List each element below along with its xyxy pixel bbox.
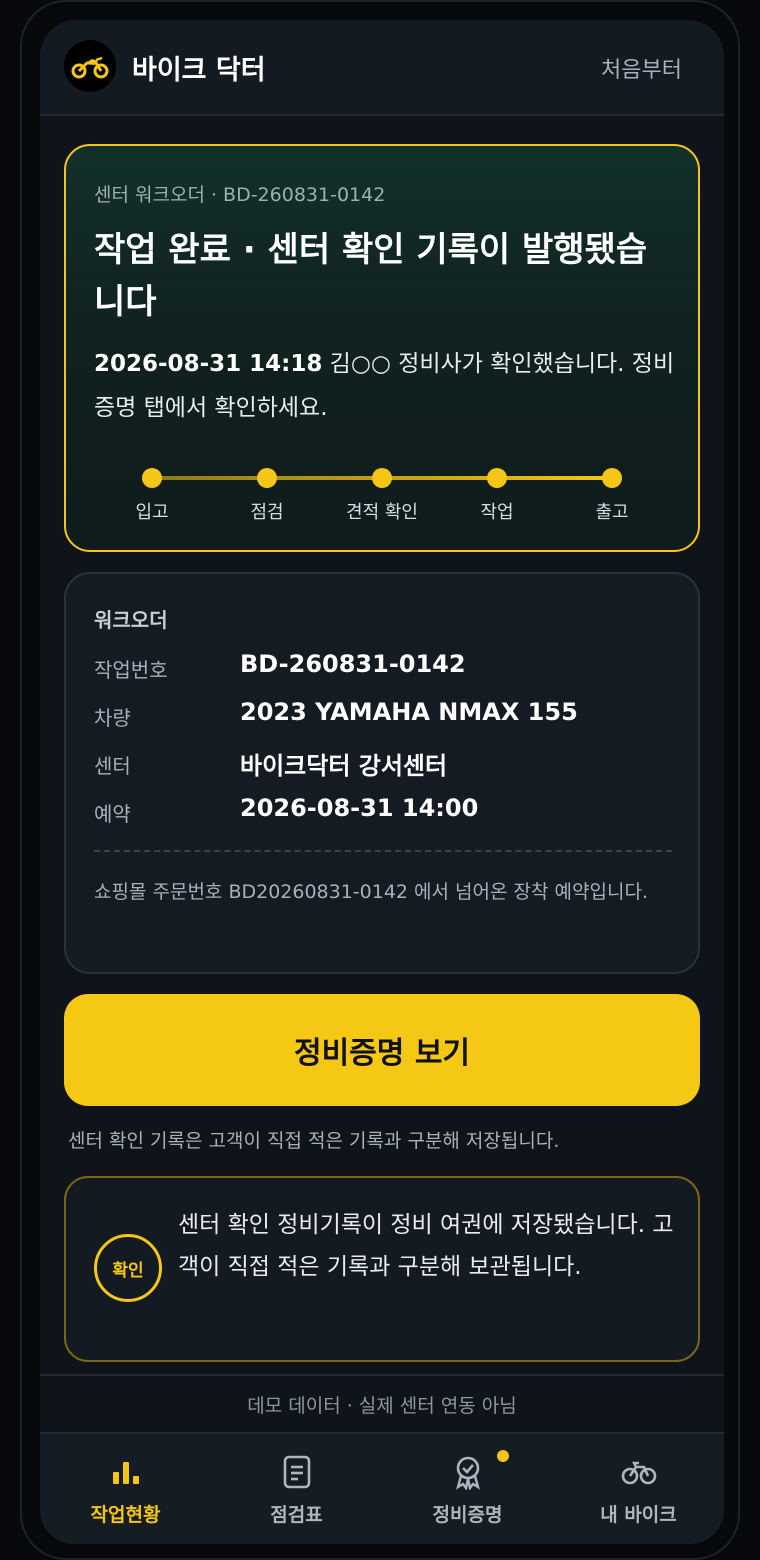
step-label: 견적 확인 [346, 502, 418, 523]
step-estimate: 견적 확인 [324, 464, 440, 524]
tab-label: 작업현황 [90, 1504, 161, 1526]
confirm-badge: 확인 [94, 1234, 162, 1302]
tab-certificate[interactable]: 정비증명 [382, 1434, 553, 1544]
completion-title: 작업 완료 · 센터 확인 기록이 발행됐습니다 [94, 230, 648, 322]
restart-button[interactable]: 처음부터 [601, 52, 682, 84]
workorder-card: 워크오더 작업번호 BD-260831-0142 차량 2023 YAMAHA … [64, 572, 700, 974]
workorder-row-reservation: 예약 2026-08-31 14:00 [94, 794, 674, 830]
confirmation-notice: 확인 센터 확인 정비기록이 정비 여권에 저장됐습니다. 고객이 직접 적은 … [64, 1176, 700, 1362]
app-title: 바이크 닥터 [132, 55, 266, 86]
step-dot [602, 468, 622, 488]
tab-my-bike[interactable]: 내 바이크 [553, 1434, 724, 1544]
app-header: 바이크 닥터 처음부터 [40, 20, 724, 116]
document-icon [283, 1455, 310, 1489]
dashed-divider [94, 850, 672, 852]
step-inspection: 점검 [209, 464, 325, 524]
view-certificate-button[interactable]: 정비증명 보기 [64, 994, 700, 1106]
bicycle-icon [621, 1461, 656, 1485]
step-dot [487, 468, 507, 488]
record-caption: 센터 확인 기록은 고객이 직접 적은 기록과 구분해 저장됩니다. [68, 1130, 560, 1152]
step-checkin: 입고 [94, 464, 210, 524]
step-label: 출고 [595, 502, 629, 523]
row-key: 예약 [94, 802, 131, 826]
tab-label: 내 바이크 [600, 1504, 677, 1526]
completion-timestamp: 2026-08-31 14:18 [94, 351, 323, 377]
completion-description: 2026-08-31 14:18 김○○ 정비사가 확인했습니다. 정비증명 탭… [94, 342, 684, 430]
completion-card: 센터 워크오더 · BD-260831-0142 작업 완료 · 센터 확인 기… [64, 144, 700, 552]
step-dot [142, 468, 162, 488]
row-value: 2023 YAMAHA NMAX 155 [240, 698, 578, 726]
step-label: 점검 [250, 502, 284, 523]
workorder-row-vehicle: 차량 2023 YAMAHA NMAX 155 [94, 698, 674, 734]
row-value: BD-260831-0142 [240, 650, 466, 678]
tab-checklist[interactable]: 점검표 [211, 1434, 382, 1544]
motorcycle-icon [64, 40, 116, 92]
step-dot [257, 468, 277, 488]
award-ribbon-icon [455, 1456, 480, 1490]
phone-frame: 바이크 닥터 처음부터 센터 워크오더 · BD-260831-0142 작업 … [20, 0, 740, 1560]
app-screen: 바이크 닥터 처음부터 센터 워크오더 · BD-260831-0142 작업 … [40, 20, 724, 1544]
workorder-title: 워크오더 [94, 608, 168, 632]
tab-work-status[interactable]: 작업현황 [40, 1434, 211, 1544]
notification-dot [497, 1450, 509, 1462]
bar-chart-icon [112, 1462, 139, 1484]
bottom-tab-bar: 작업현황 점검표 정비증명 내 바이크 [40, 1432, 724, 1544]
step-label: 입고 [135, 502, 169, 523]
row-key: 차량 [94, 706, 131, 730]
confirmation-text: 센터 확인 정비기록이 정비 여권에 저장됐습니다. 고객이 직접 적은 기록과… [178, 1212, 674, 1280]
step-release: 출고 [554, 464, 670, 524]
row-value: 바이크닥터 강서센터 [240, 752, 448, 780]
order-origin-note: 쇼핑몰 주문번호 BD20260831-0142 에서 넘어온 장착 예약입니다… [94, 881, 648, 903]
step-label: 작업 [480, 502, 514, 523]
progress-steps: 입고 점검 견적 확인 작업 출고 [94, 464, 674, 534]
step-dot [372, 468, 392, 488]
tab-label: 점검표 [270, 1504, 323, 1526]
workorder-eyebrow: 센터 워크오더 · BD-260831-0142 [94, 184, 386, 206]
workorder-row-number: 작업번호 BD-260831-0142 [94, 650, 674, 686]
step-work: 작업 [439, 464, 555, 524]
row-key: 센터 [94, 754, 131, 778]
workorder-row-center: 센터 바이크닥터 강서센터 [94, 746, 674, 782]
demo-notice: 데모 데이터 · 실제 센터 연동 아님 [40, 1374, 724, 1432]
tab-label: 정비증명 [432, 1504, 503, 1526]
row-key: 작업번호 [94, 658, 168, 682]
row-value: 2026-08-31 14:00 [240, 794, 479, 822]
